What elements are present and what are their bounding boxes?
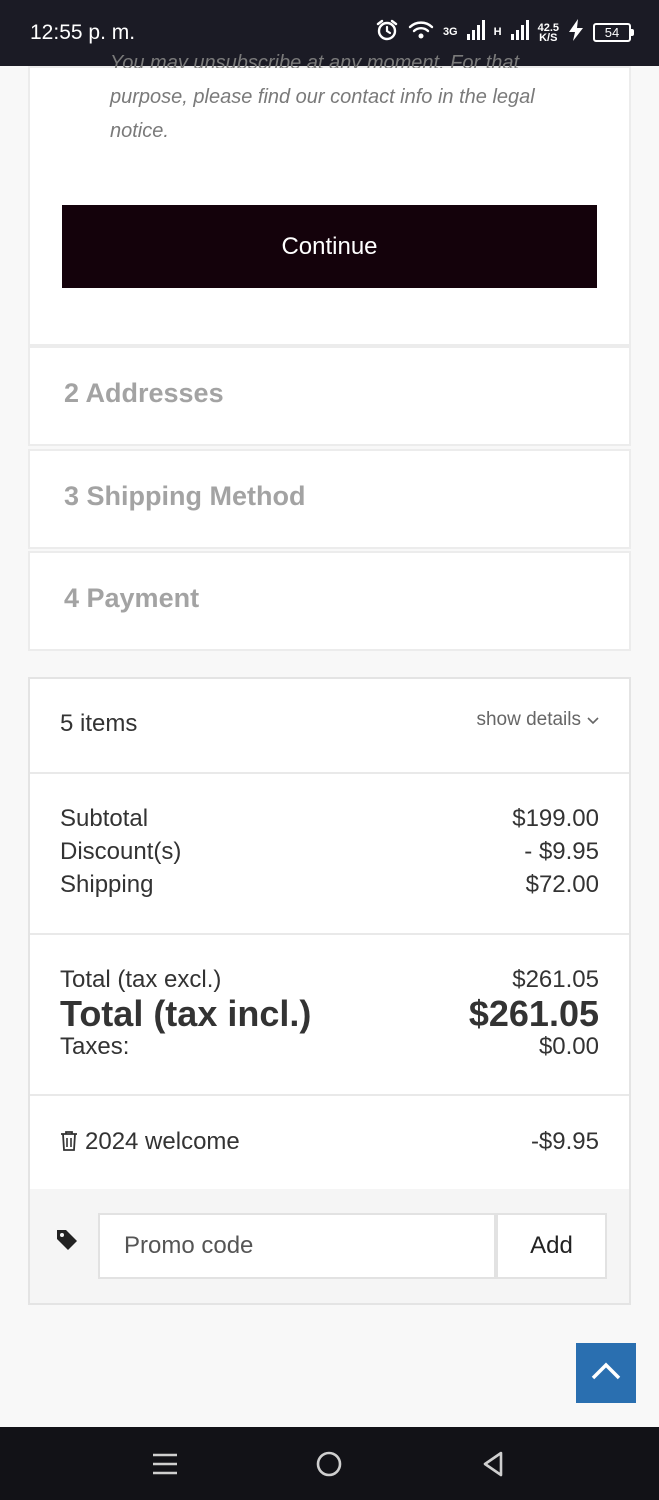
network-h-label: H <box>493 26 502 38</box>
alarm-icon <box>375 18 399 47</box>
charging-icon <box>568 19 584 46</box>
voucher-value: -$9.95 <box>530 1128 599 1155</box>
consent-text-line: notice. <box>110 120 169 142</box>
consent-text-partial: You may unsubscribe at any moment. For t… <box>110 52 520 68</box>
show-details-label: show details <box>476 709 581 730</box>
status-icons: 3G H 42.5 K/S 54 <box>375 18 634 47</box>
tag-icon <box>56 1229 78 1256</box>
system-navigation-bar <box>0 1427 659 1500</box>
battery-indicator: 54 <box>593 23 634 42</box>
shipping-label: Shipping <box>60 871 154 898</box>
trash-icon[interactable] <box>60 1130 78 1157</box>
shipping-value: $72.00 <box>525 871 599 898</box>
signal-icon <box>466 20 485 45</box>
data-speed-unit: K/S <box>539 31 558 44</box>
totals-block: Total (tax excl.) $261.05 Total (tax inc… <box>30 935 629 1095</box>
data-speed: 42.5 K/S <box>537 21 559 44</box>
step-label: 2 Addresses <box>64 378 224 408</box>
network-3g-label: 3G <box>442 26 458 38</box>
wifi-icon <box>408 19 434 46</box>
chevron-up-icon <box>591 1362 621 1385</box>
chevron-down-icon <box>587 709 599 731</box>
discount-value: - $9.95 <box>524 838 599 865</box>
subtotals-block: Subtotal $199.00 Discount(s) - $9.95 Shi… <box>30 774 629 934</box>
items-row: 5 items show details <box>30 679 629 772</box>
scroll-to-top-button[interactable] <box>576 1343 636 1403</box>
step-label: 3 Shipping Method <box>64 481 306 511</box>
items-count: 5 items <box>60 710 138 737</box>
subtotal-value: $199.00 <box>512 805 599 832</box>
show-details-link[interactable]: show details <box>476 709 599 731</box>
discount-label: Discount(s) <box>60 838 182 865</box>
continue-button[interactable]: Continue <box>62 205 597 288</box>
total-excl-label: Total (tax excl.) <box>60 966 222 993</box>
recent-apps-button[interactable] <box>148 1447 182 1481</box>
step-shipping-method[interactable]: 3 Shipping Method <box>28 449 631 549</box>
cart-summary: 5 items show details Subtotal $199.00 Di… <box>28 677 631 1305</box>
voucher-name: 2024 welcome <box>85 1128 240 1155</box>
step-payment[interactable]: 4 Payment <box>28 551 631 651</box>
home-button[interactable] <box>312 1447 346 1481</box>
signal-icon <box>510 20 529 45</box>
promo-code-input[interactable] <box>98 1213 496 1279</box>
status-time: 12:55 p. m. <box>30 21 136 44</box>
data-speed-value: 42.5 <box>537 21 559 34</box>
subtotal-label: Subtotal <box>60 805 149 832</box>
consent-text-line: purpose, please find our contact info in… <box>110 86 535 108</box>
taxes-label: Taxes: <box>60 1033 130 1060</box>
back-button[interactable] <box>476 1447 510 1481</box>
step-addresses[interactable]: 2 Addresses <box>28 346 631 446</box>
voucher-row: 2024 welcome -$9.95 <box>30 1096 629 1189</box>
promo-code-area: Add <box>30 1189 629 1303</box>
total-excl-value: $261.05 <box>512 966 599 993</box>
add-promo-button[interactable]: Add <box>496 1213 607 1279</box>
step-label: 4 Payment <box>64 583 200 613</box>
taxes-value: $0.00 <box>538 1033 599 1060</box>
total-incl-label: Total (tax incl.) <box>60 993 312 1034</box>
total-incl-value: $261.05 <box>468 993 599 1034</box>
